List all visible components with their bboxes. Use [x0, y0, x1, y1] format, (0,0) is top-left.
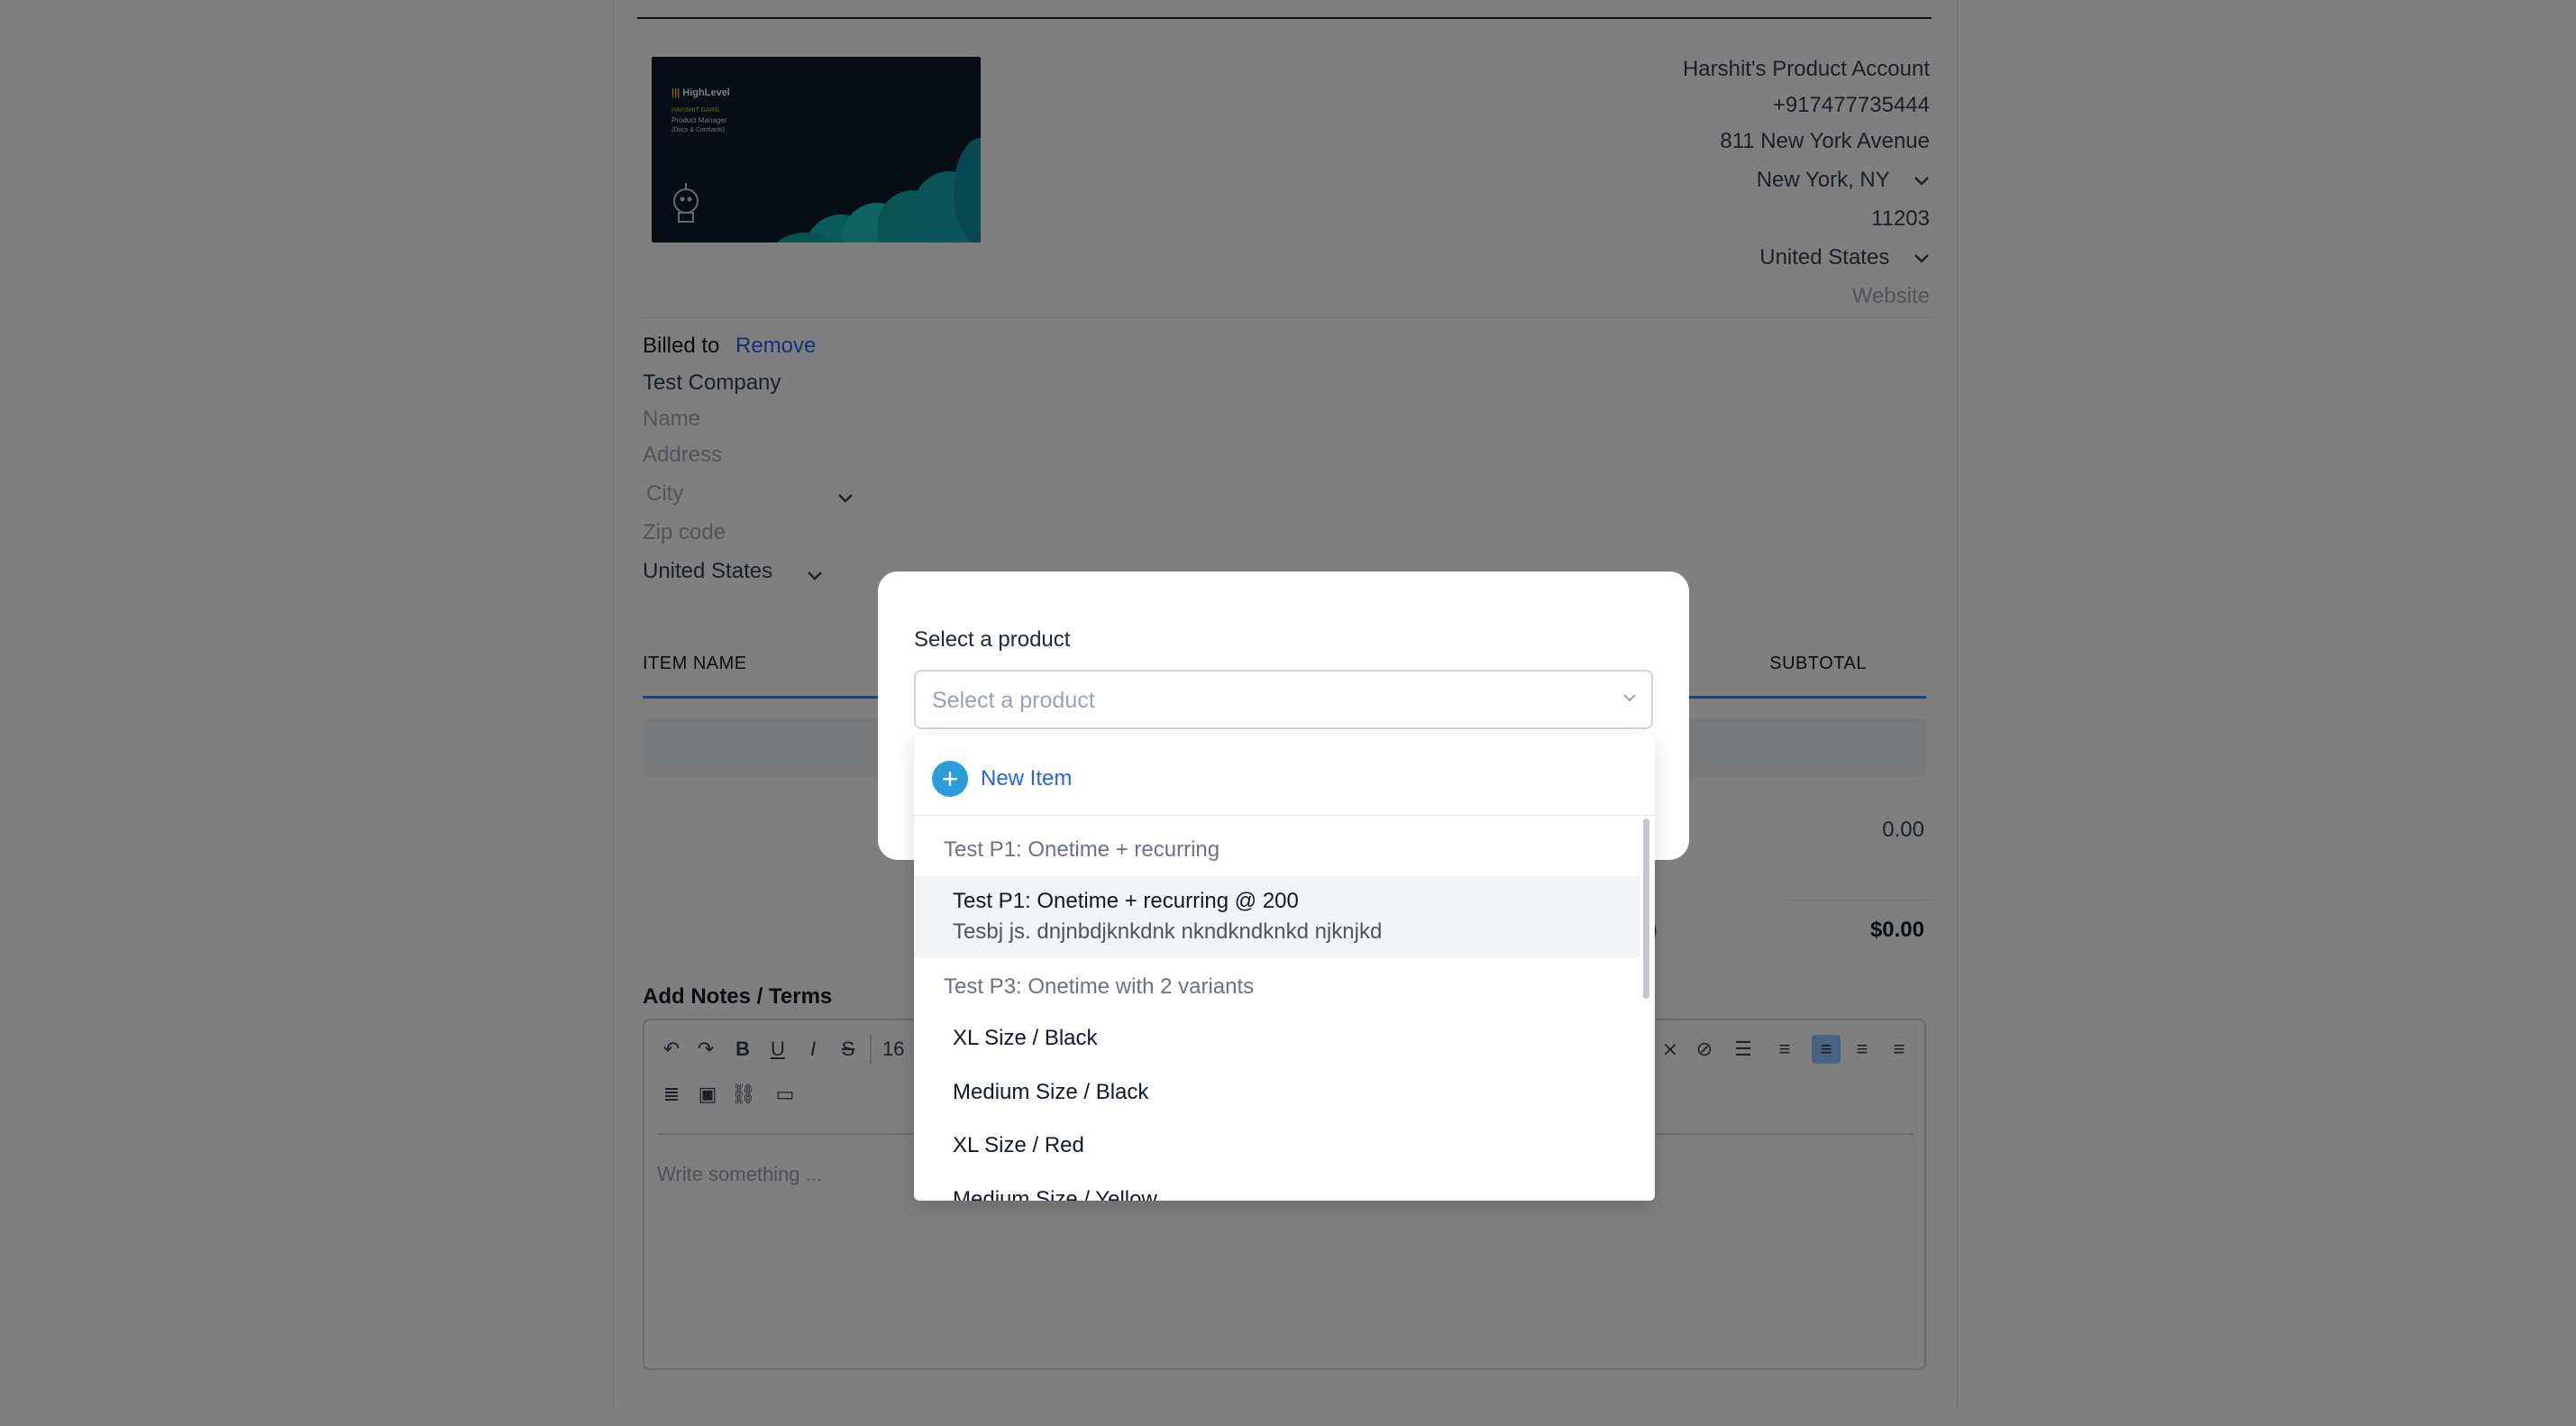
product-option[interactable]: Medium Size / Yellow: [914, 1187, 1640, 1201]
select-product-label: Select a product: [914, 627, 1071, 652]
product-option[interactable]: XL Size / Black: [914, 1026, 1640, 1051]
new-item-label: New Item: [981, 766, 1073, 791]
group-label: Test P1: Onetime + recurring: [944, 837, 1220, 862]
option-title: Test P1: Onetime + recurring @ 200: [953, 889, 1299, 913]
product-option[interactable]: Test P1: Onetime + recurring @ 200 Tesbj…: [914, 876, 1640, 957]
dropdown-scrollbar[interactable]: [1643, 818, 1649, 999]
new-item-button[interactable]: + New Item: [932, 761, 1072, 797]
product-option[interactable]: XL Size / Red: [914, 1133, 1640, 1158]
product-select-placeholder: Select a product: [932, 688, 1095, 713]
option-description: Tesbj js. dnjnbdjknkdnk nkndkndknkd njkn…: [953, 919, 1383, 944]
product-select[interactable]: Select a product: [914, 670, 1653, 729]
chevron-down-icon: [1622, 691, 1637, 708]
product-dropdown: + New Item Test P1: Onetime + recurring …: [914, 736, 1655, 1201]
plus-icon: +: [932, 761, 968, 797]
product-option[interactable]: Medium Size / Black: [914, 1080, 1640, 1105]
group-label: Test P3: Onetime with 2 variants: [944, 974, 1255, 999]
dropdown-divider: [914, 815, 1655, 816]
